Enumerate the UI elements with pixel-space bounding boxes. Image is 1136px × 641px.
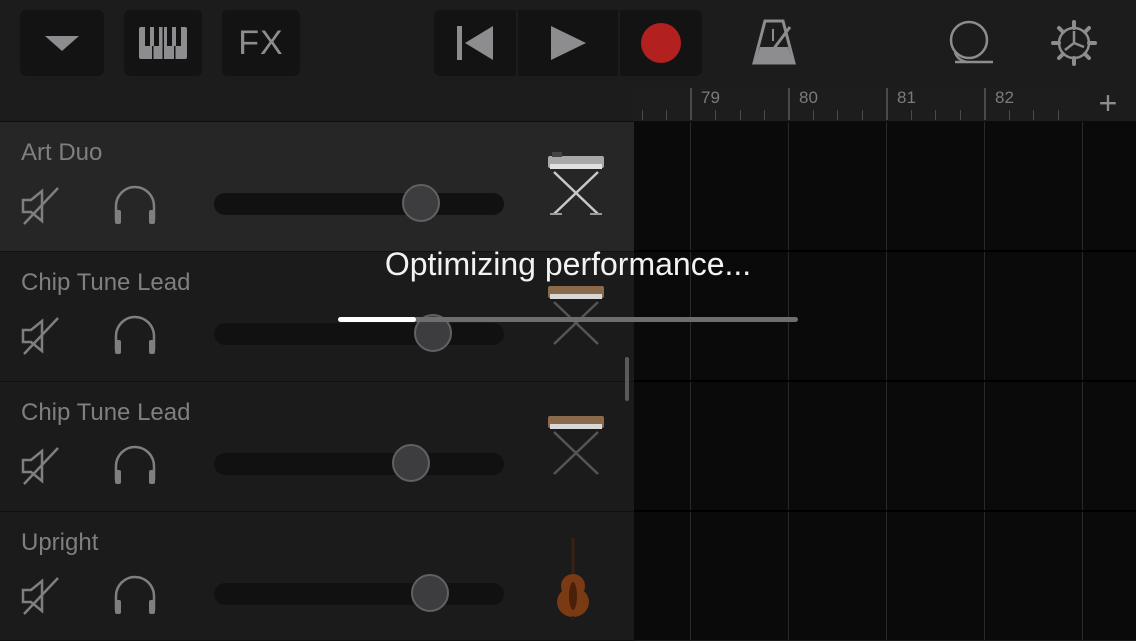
browser-dropdown-button[interactable]	[20, 10, 104, 76]
volume-slider[interactable]	[214, 314, 504, 352]
upright-bass-icon	[557, 538, 589, 620]
track-header[interactable]: Art Duo	[0, 122, 634, 252]
volume-knob[interactable]	[402, 184, 440, 222]
metronome-icon	[752, 19, 796, 65]
bar-number-82: 82	[995, 88, 1014, 107]
track-name: Chip Tune Lead	[21, 399, 191, 426]
keyboard-stand-icon	[548, 416, 604, 475]
fx-label: FX	[238, 23, 284, 62]
speaker-mute-icon[interactable]	[20, 576, 60, 616]
play-icon	[551, 26, 586, 60]
headphones-icon[interactable]	[112, 314, 158, 356]
metronome-button[interactable]	[742, 10, 806, 76]
tracks-timeline-area[interactable]	[634, 122, 1136, 640]
loop-icon	[949, 20, 993, 64]
track-header-bar	[0, 88, 634, 122]
track-name: Art Duo	[21, 139, 103, 166]
track-header[interactable]: Chip Tune Lead	[0, 382, 634, 512]
keyboard-stand-icon	[548, 152, 604, 215]
fx-button[interactable]: FX	[222, 10, 300, 76]
headphones-icon[interactable]	[112, 444, 158, 486]
loop-browser-button[interactable]	[940, 10, 1000, 76]
speaker-mute-icon[interactable]	[20, 446, 60, 486]
gear-icon	[1051, 20, 1097, 66]
chevron-down-icon	[45, 36, 79, 51]
loading-progress-bar	[338, 317, 798, 322]
headphones-icon[interactable]	[112, 184, 158, 226]
volume-knob[interactable]	[392, 444, 430, 482]
transport-controls	[434, 10, 702, 76]
speaker-mute-icon[interactable]	[20, 186, 60, 226]
track-name: Chip Tune Lead	[21, 269, 191, 296]
volume-slider[interactable]	[214, 444, 504, 482]
skip-back-icon	[457, 26, 493, 60]
volume-slider[interactable]	[214, 574, 504, 612]
timeline-ruler[interactable]: 79 80 81 82	[634, 88, 1080, 122]
keyboard-stand-icon	[548, 286, 604, 345]
track-name: Upright	[21, 529, 99, 556]
track-header[interactable]: Upright	[0, 512, 634, 641]
rewind-button[interactable]	[434, 10, 516, 76]
play-button[interactable]	[518, 10, 618, 76]
record-icon	[641, 23, 681, 63]
scroll-indicator[interactable]	[625, 357, 629, 401]
keyboard-button[interactable]	[124, 10, 202, 76]
bar-number-80: 80	[799, 88, 818, 107]
piano-keys-icon	[139, 27, 187, 59]
volume-knob[interactable]	[411, 574, 449, 612]
speaker-mute-icon[interactable]	[20, 316, 60, 356]
loading-progress-fill	[338, 317, 417, 322]
add-section-button[interactable]: +	[1080, 87, 1136, 122]
toolbar: FX	[0, 0, 1136, 88]
loading-message: Optimizing performance...	[384, 246, 752, 282]
headphones-icon[interactable]	[112, 574, 158, 616]
volume-slider[interactable]	[214, 184, 504, 222]
bar-number-81: 81	[897, 88, 916, 107]
settings-button[interactable]	[1046, 10, 1102, 76]
bar-number-79: 79	[701, 88, 720, 107]
record-button[interactable]	[620, 10, 702, 76]
